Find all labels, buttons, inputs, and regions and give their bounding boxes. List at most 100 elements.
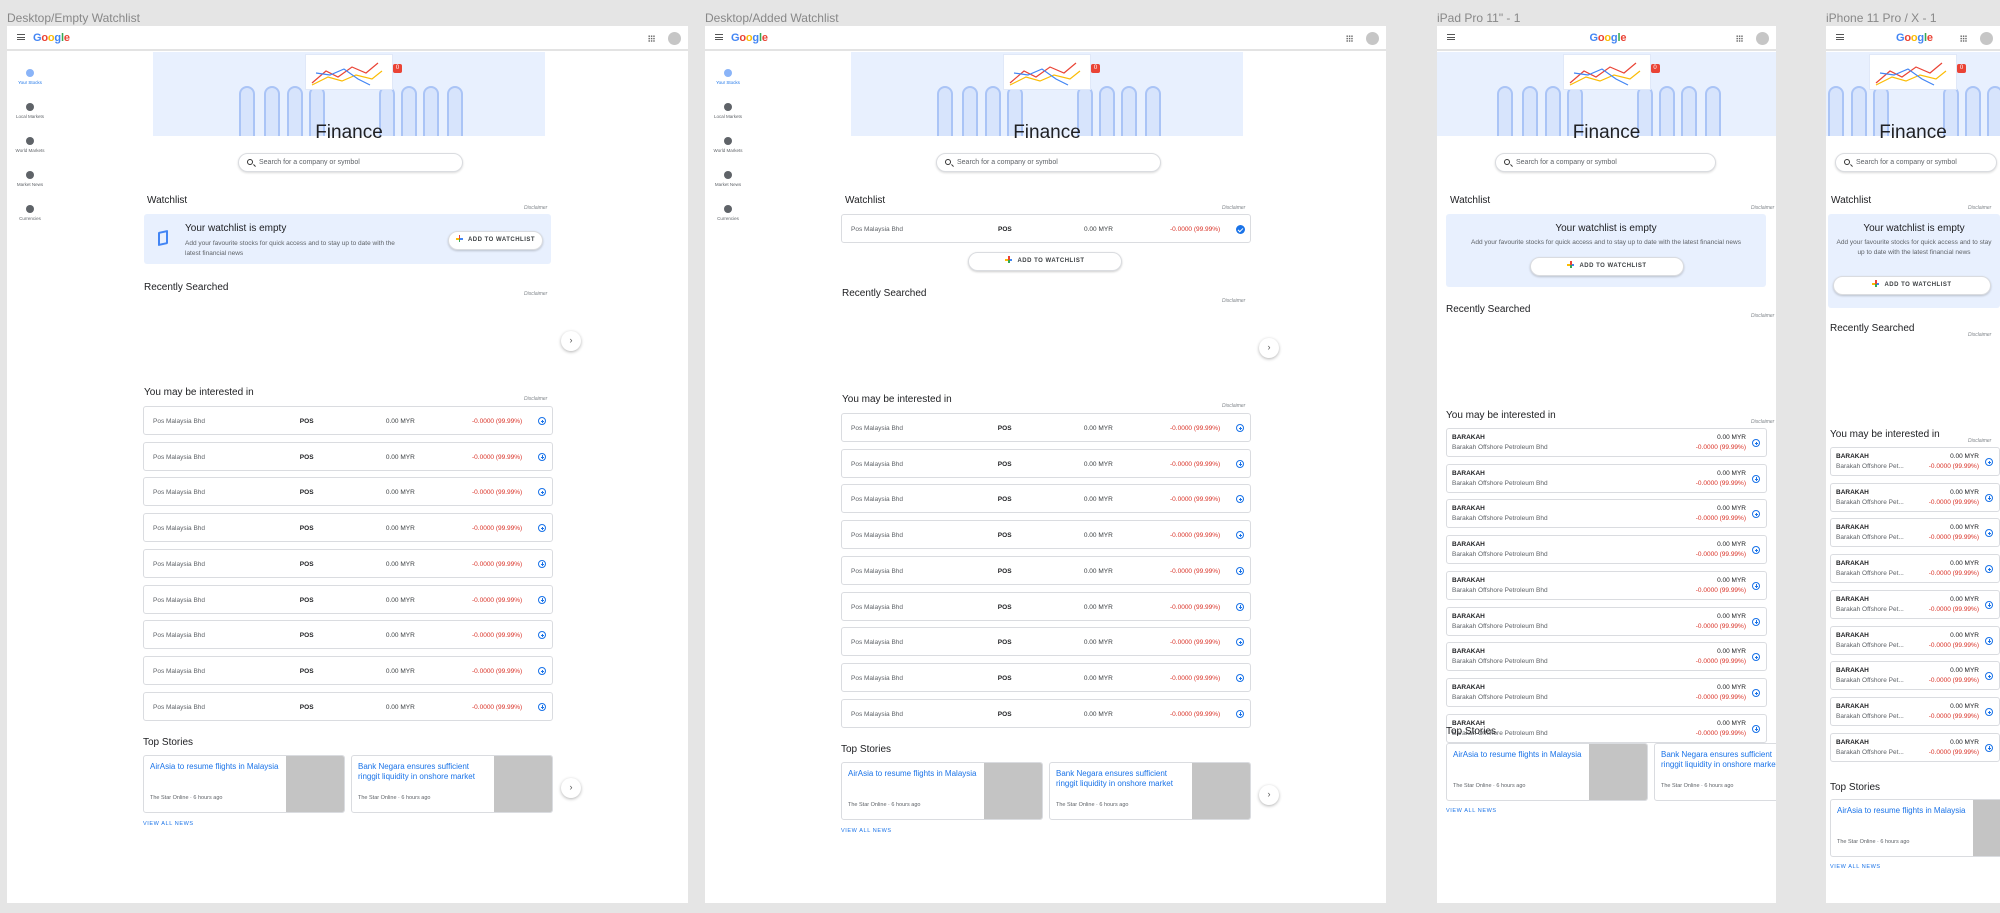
chevron-right-icon[interactable]: › xyxy=(1259,338,1279,358)
story-card[interactable]: Bank Negara ensures sufficient ringgit l… xyxy=(1049,762,1251,820)
avatar[interactable] xyxy=(668,32,681,45)
story-headline[interactable]: AirAsia to resume flights in Malaysia xyxy=(150,762,282,772)
chevron-right-icon[interactable]: › xyxy=(561,331,581,351)
chevron-right-icon[interactable]: › xyxy=(561,778,581,798)
disclaimer-link[interactable]: Disclaimer xyxy=(524,205,547,211)
interest-row[interactable]: Pos Malaysia Bhd POS 0.00 MYR -0.0000 (99.9… xyxy=(143,406,553,435)
nav-item-market-news[interactable]: Market News xyxy=(708,171,748,187)
avatar[interactable] xyxy=(1366,32,1379,45)
interest-row[interactable]: Pos Malaysia Bhd POS 0.00 MYR -0.0000 (99.9… xyxy=(143,477,553,507)
interest-row[interactable]: BARAKAH Barakah Offshore Pet... 0.00 MYR -0… xyxy=(1830,696,2000,726)
avatar[interactable] xyxy=(1980,32,1993,45)
add-circle-icon[interactable] xyxy=(1985,565,1993,574)
disclaimer-link[interactable]: Disclaimer xyxy=(1751,205,1774,211)
add-circle-icon[interactable] xyxy=(1752,653,1760,662)
interest-row[interactable]: BARAKAH Barakah Offshore Petroleum Bhd 0.0… xyxy=(1446,499,1767,529)
story-card[interactable]: Bank Negara ensures sufficient ringgit l… xyxy=(351,755,553,813)
view-all-news-link[interactable]: VIEW ALL NEWS xyxy=(1830,864,1881,870)
disclaimer-link[interactable]: Disclaimer xyxy=(1751,419,1774,425)
apps-grid-icon[interactable] xyxy=(1736,35,1743,42)
nav-item-market-news[interactable]: Market News xyxy=(10,171,50,187)
nav-item-your-stocks[interactable]: Your Stocks xyxy=(708,69,748,85)
interest-row[interactable]: Pos Malaysia Bhd POS 0.00 MYR -0.0000 (99.9… xyxy=(143,584,553,614)
add-circle-icon[interactable] xyxy=(538,666,546,675)
add-circle-icon[interactable] xyxy=(1236,495,1244,504)
add-circle-icon[interactable] xyxy=(1985,600,1993,609)
search-input[interactable]: Search for a company or symbol xyxy=(238,153,463,172)
interest-row[interactable]: BARAKAH Barakah Offshore Petroleum Bhd 0.0… xyxy=(1446,428,1767,457)
chevron-right-icon[interactable]: › xyxy=(1259,785,1279,805)
story-card[interactable]: AirAsia to resume flights in Malaysia The… xyxy=(1830,799,2000,857)
interest-row[interactable]: Pos Malaysia Bhd POS 0.00 MYR -0.0000 (99.9… xyxy=(841,698,1251,728)
nav-item-currencies[interactable]: Currencies xyxy=(10,205,50,221)
interest-row[interactable]: BARAKAH Barakah Offshore Pet... 0.00 MYR -0… xyxy=(1830,447,2000,476)
interest-row[interactable]: Pos Malaysia Bhd POS 0.00 MYR -0.0000 (99.9… xyxy=(841,413,1251,442)
story-card[interactable]: AirAsia to resume flights in Malaysia The… xyxy=(1446,743,1648,801)
google-logo[interactable]: Google xyxy=(1896,32,1933,44)
watchlist-item-row[interactable]: Pos Malaysia Bhd POS 0.00 MYR -0.0000 (99.9… xyxy=(841,214,1251,243)
interest-row[interactable]: BARAKAH Barakah Offshore Petroleum Bhd 0.0… xyxy=(1446,535,1767,565)
disclaimer-link[interactable]: Disclaimer xyxy=(1222,205,1245,211)
add-circle-icon[interactable] xyxy=(1985,743,1993,752)
interest-row[interactable]: BARAKAH Barakah Offshore Pet... 0.00 MYR -0… xyxy=(1830,625,2000,655)
add-circle-icon[interactable] xyxy=(1752,510,1760,519)
add-circle-icon[interactable] xyxy=(1985,529,1993,538)
interest-row[interactable]: BARAKAH Barakah Offshore Pet... 0.00 MYR -0… xyxy=(1830,554,2000,584)
interest-row[interactable]: BARAKAH Barakah Offshore Pet... 0.00 MYR -0… xyxy=(1830,589,2000,619)
menu-icon[interactable] xyxy=(715,34,723,40)
apps-grid-icon[interactable] xyxy=(1346,35,1353,42)
interest-row[interactable]: BARAKAH Barakah Offshore Pet... 0.00 MYR -0… xyxy=(1830,661,2000,691)
interest-row[interactable]: Pos Malaysia Bhd POS 0.00 MYR -0.0000 (99.9… xyxy=(841,448,1251,478)
add-circle-icon[interactable] xyxy=(1236,673,1244,682)
story-card[interactable]: AirAsia to resume flights in Malaysia The… xyxy=(841,762,1043,820)
interest-row[interactable]: Pos Malaysia Bhd POS 0.00 MYR -0.0000 (99.9… xyxy=(841,555,1251,585)
add-circle-icon[interactable] xyxy=(1985,636,1993,645)
nav-item-world-markets[interactable]: World Markets xyxy=(708,137,748,153)
apps-grid-icon[interactable] xyxy=(648,35,655,42)
interest-row[interactable]: BARAKAH Barakah Offshore Pet... 0.00 MYR -0… xyxy=(1830,732,2000,762)
search-input[interactable]: Search for a company or symbol xyxy=(1495,153,1716,172)
menu-icon[interactable] xyxy=(1447,34,1455,40)
disclaimer-link[interactable]: Disclaimer xyxy=(1751,313,1774,319)
google-logo[interactable]: Google xyxy=(33,32,70,44)
story-headline[interactable]: Bank Negara ensures sufficient ringgit l… xyxy=(358,762,490,782)
avatar[interactable] xyxy=(1756,32,1769,45)
disclaimer-link[interactable]: Disclaimer xyxy=(1222,403,1245,409)
view-all-news-link[interactable]: VIEW ALL NEWS xyxy=(841,828,892,834)
interest-row[interactable]: Pos Malaysia Bhd POS 0.00 MYR -0.0000 (99.9… xyxy=(841,591,1251,621)
interest-row[interactable]: Pos Malaysia Bhd POS 0.00 MYR -0.0000 (99.9… xyxy=(143,691,553,721)
story-headline[interactable]: Bank Negara ensures sufficient ringgit l… xyxy=(1661,750,1776,770)
interest-row[interactable]: Pos Malaysia Bhd POS 0.00 MYR -0.0000 (99.9… xyxy=(143,548,553,578)
nav-item-world-markets[interactable]: World Markets xyxy=(10,137,50,153)
add-circle-icon[interactable] xyxy=(538,452,546,461)
disclaimer-link[interactable]: Disclaimer xyxy=(1968,438,1991,444)
add-circle-icon[interactable] xyxy=(1985,672,1993,681)
add-circle-icon[interactable] xyxy=(1752,581,1760,590)
disclaimer-link[interactable]: Disclaimer xyxy=(1968,205,1991,211)
story-card[interactable]: AirAsia to resume flights in Malaysia The… xyxy=(143,755,345,813)
story-headline[interactable]: AirAsia to resume flights in Malaysia xyxy=(1453,750,1585,760)
add-circle-icon[interactable] xyxy=(1985,707,1993,716)
interest-row[interactable]: BARAKAH Barakah Offshore Pet... 0.00 MYR -0… xyxy=(1830,482,2000,512)
interest-row[interactable]: Pos Malaysia Bhd POS 0.00 MYR -0.0000 (99.9… xyxy=(143,513,553,543)
add-circle-icon[interactable] xyxy=(538,702,546,711)
menu-icon[interactable] xyxy=(17,34,25,40)
add-circle-icon[interactable] xyxy=(1752,688,1760,697)
disclaimer-link[interactable]: Disclaimer xyxy=(1968,332,1991,338)
add-to-watchlist-button[interactable]: ADD TO WATCHLIST xyxy=(968,252,1122,271)
interest-row[interactable]: BARAKAH Barakah Offshore Petroleum Bhd 0.0… xyxy=(1446,642,1767,672)
add-circle-icon[interactable] xyxy=(1236,566,1244,575)
add-circle-icon[interactable] xyxy=(538,417,546,425)
disclaimer-link[interactable]: Disclaimer xyxy=(524,396,547,402)
interest-row[interactable]: BARAKAH Barakah Offshore Petroleum Bhd 0.0… xyxy=(1446,677,1767,707)
add-circle-icon[interactable] xyxy=(1752,617,1760,626)
add-circle-icon[interactable] xyxy=(1236,638,1244,647)
add-circle-icon[interactable] xyxy=(1752,474,1760,483)
add-circle-icon[interactable] xyxy=(538,595,546,604)
add-circle-icon[interactable] xyxy=(538,488,546,497)
interest-row[interactable]: Pos Malaysia Bhd POS 0.00 MYR -0.0000 (99.9… xyxy=(143,620,553,650)
add-circle-icon[interactable] xyxy=(1236,424,1244,432)
google-logo[interactable]: Google xyxy=(731,32,768,44)
check-circle-icon[interactable] xyxy=(1236,225,1245,234)
add-to-watchlist-button[interactable]: ADD TO WATCHLIST xyxy=(1833,276,1991,295)
